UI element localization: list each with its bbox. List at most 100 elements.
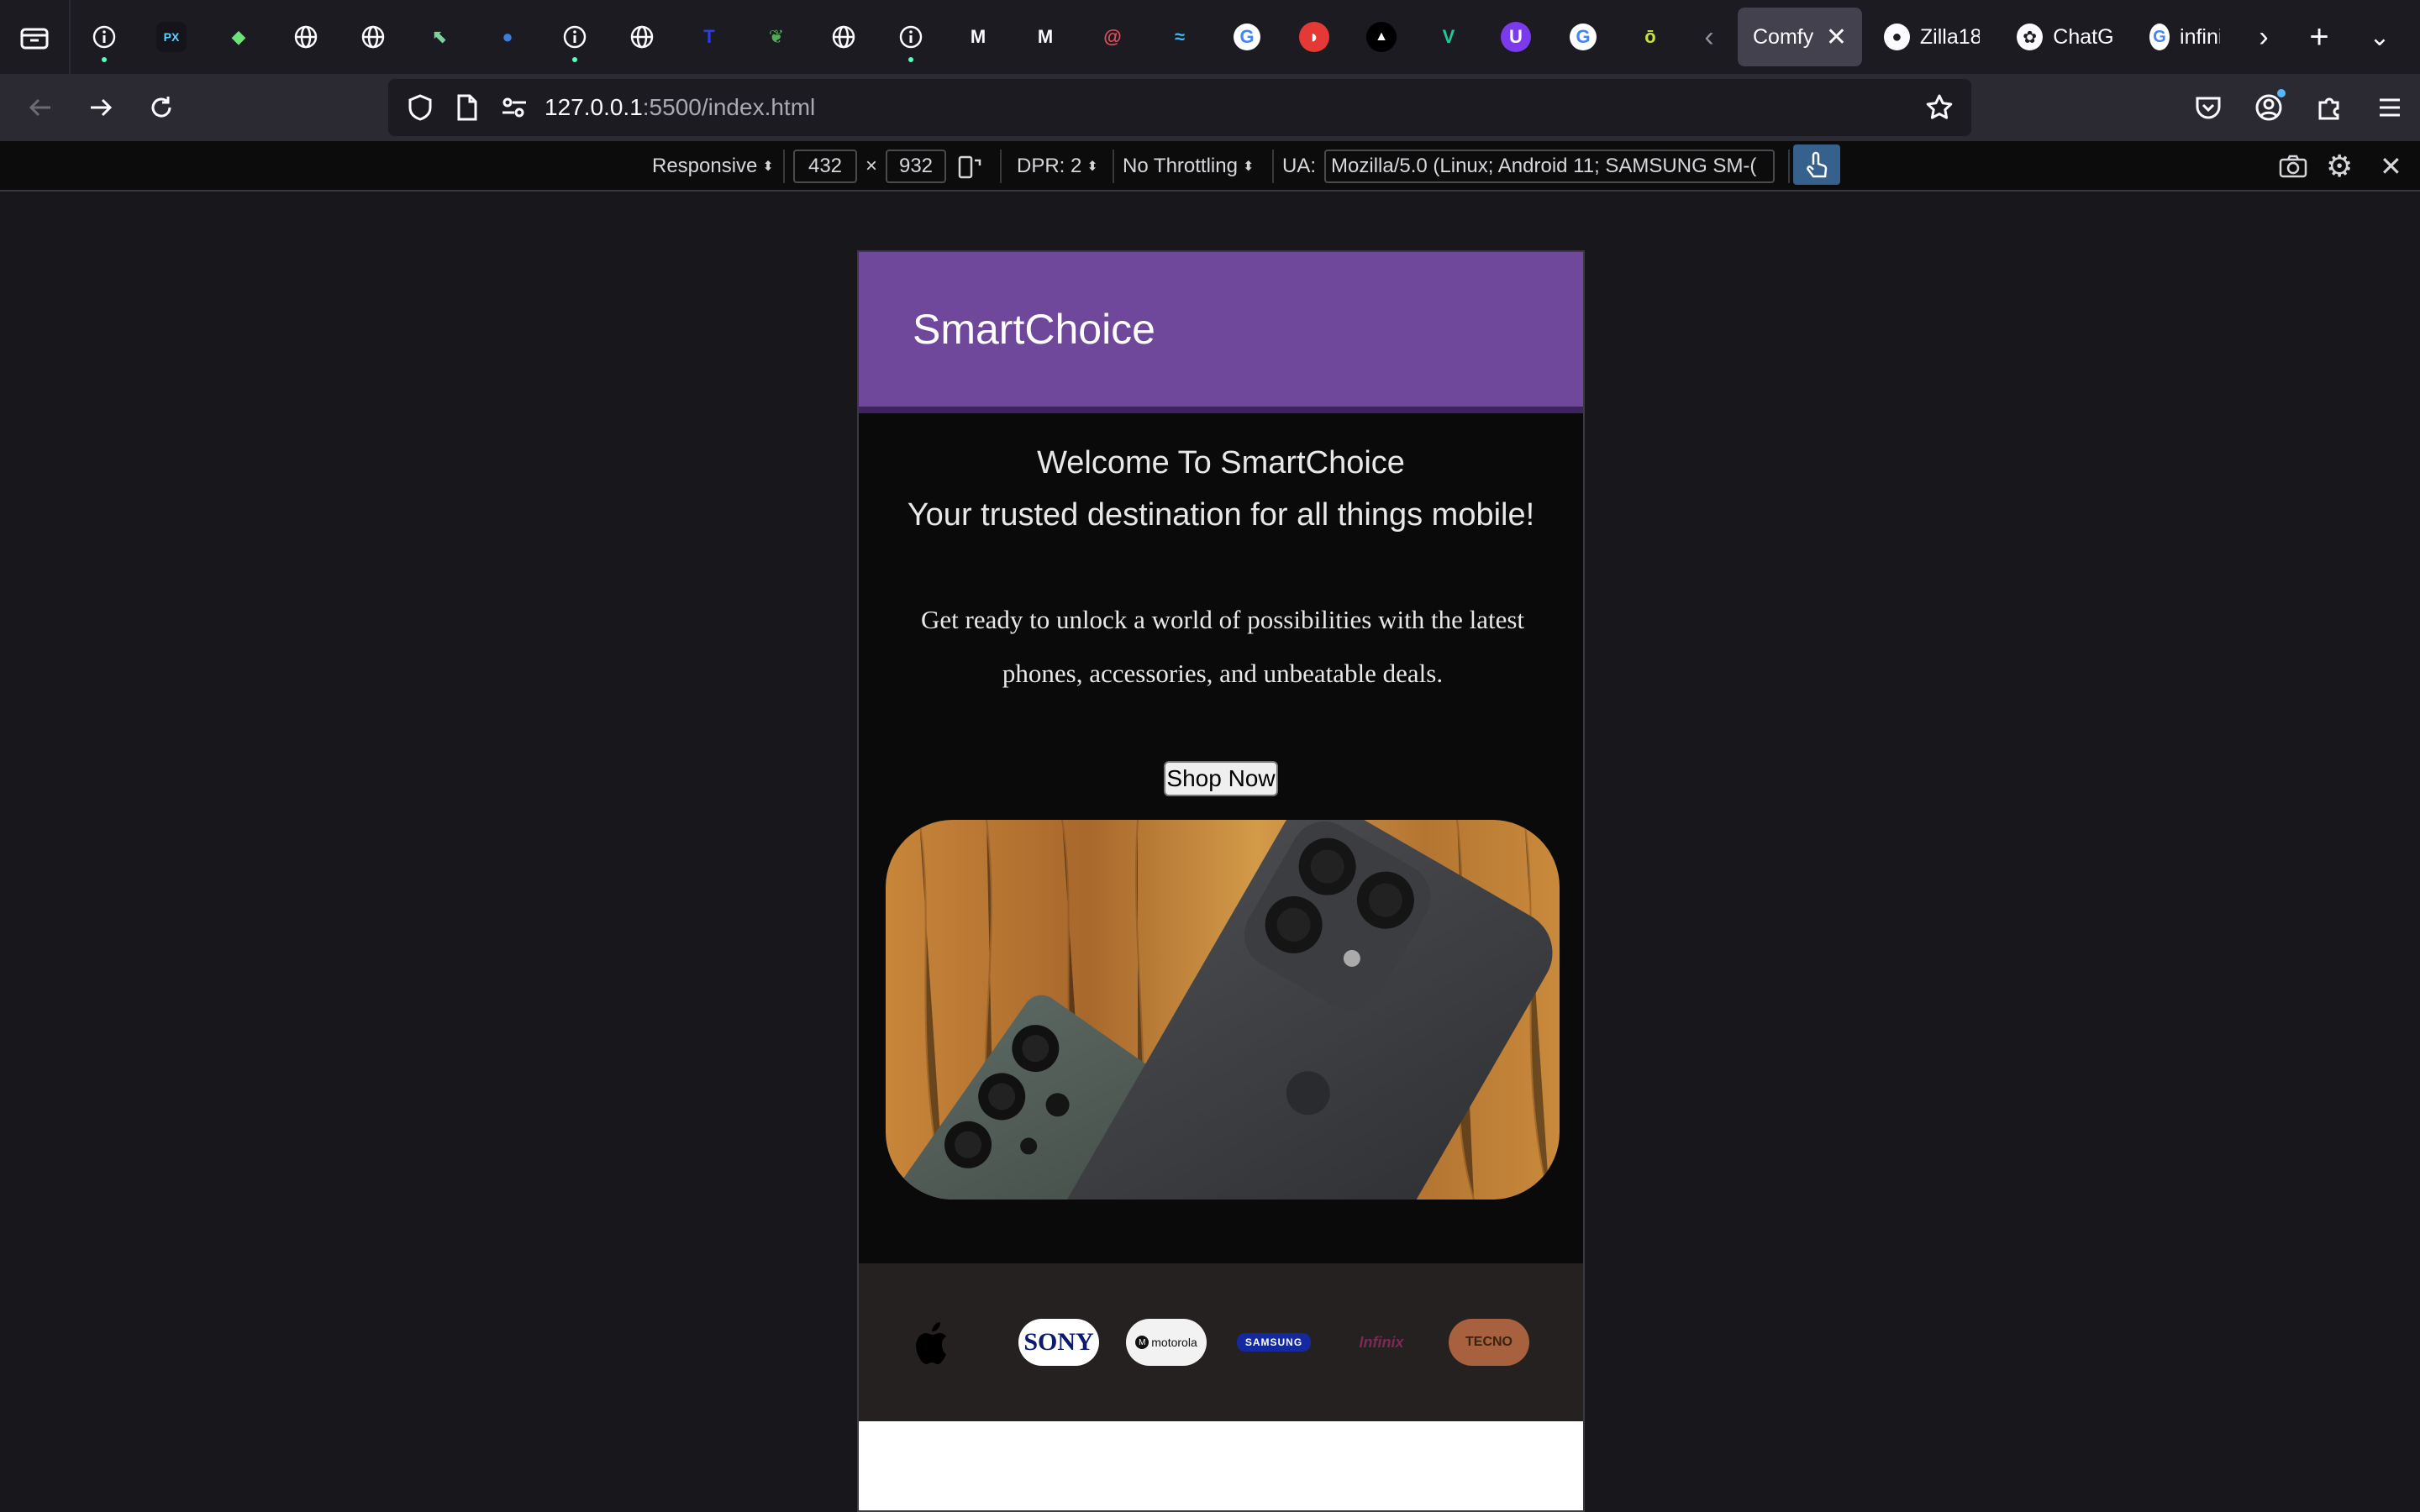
pinned-tab[interactable]: @ (1079, 0, 1146, 74)
tab-activity-dot (102, 57, 107, 62)
brand-logo-motorola[interactable]: Mmotorola (1126, 1319, 1207, 1366)
m-letter-icon: M (970, 26, 986, 47)
tab-title: infinix (2180, 24, 2220, 49)
pinned-tab[interactable]: ō (1617, 0, 1684, 74)
extensions-button[interactable] (2299, 77, 2360, 138)
browser-tab[interactable]: ● Zilla18 (1869, 8, 1995, 66)
size-separator: × (865, 155, 878, 177)
bookmark-button[interactable] (1916, 84, 1963, 131)
sliders-icon (502, 97, 526, 118)
m-letter-icon: M (1037, 26, 1054, 47)
star-icon (1926, 94, 1953, 119)
pinned-tab[interactable]: ❦ (743, 0, 810, 74)
brand-logo-infinix[interactable]: Infinix (1341, 1319, 1422, 1366)
brand-logo-iphone[interactable]: iPhone (911, 1319, 992, 1366)
url-bar[interactable]: 127.0.0.1:5500/index.html (388, 79, 1971, 136)
github-icon: ● (1884, 24, 1910, 50)
app-menu-button[interactable] (2360, 77, 2420, 138)
shop-now-button[interactable]: Shop Now (1164, 761, 1278, 796)
divider (783, 150, 785, 183)
shield-icon (408, 94, 432, 121)
tabs-scroll-right-button[interactable]: › (2238, 0, 2289, 74)
pinned-tab[interactable]: ⬉ (407, 0, 474, 74)
v-letter-icon: V (1442, 26, 1455, 47)
brand-logo-tecno[interactable]: TECNO (1449, 1319, 1529, 1366)
arrow-left-icon (29, 98, 50, 117)
pocket-icon (2196, 97, 2221, 119)
close-icon: ✕ (2380, 151, 2402, 181)
list-all-tabs-button[interactable] (0, 0, 71, 74)
tab-title: Zilla18 (1919, 24, 1980, 49)
pinned-tab[interactable]: PX (138, 0, 205, 74)
dpr-selector[interactable]: DPR: 2 ⬍ (1017, 148, 1098, 185)
o-letter-icon: ō (1644, 26, 1656, 47)
pinned-tab[interactable]: ● (474, 0, 541, 74)
tab-activity-dot (572, 57, 577, 62)
globe-icon (358, 22, 388, 52)
browser-tab[interactable]: Comfy (✕ (1738, 8, 1862, 66)
leaf-icon: ❦ (768, 26, 785, 47)
tracking-protection-button[interactable] (397, 84, 444, 131)
notification-dot (2277, 89, 2286, 97)
pinned-tab[interactable]: ◆ (205, 0, 272, 74)
touch-simulation-button[interactable] (1793, 144, 1840, 185)
navigation-toolbar: 127.0.0.1:5500/index.html (0, 74, 2420, 141)
url-host: 127.0.0.1 (544, 94, 643, 120)
pinned-tab[interactable] (339, 0, 407, 74)
pinned-tab[interactable]: ◗ (1281, 0, 1348, 74)
throttling-label: No Throttling (1123, 155, 1238, 177)
u-shield-icon: U (1501, 22, 1531, 52)
pinned-tab[interactable] (810, 0, 877, 74)
throttling-selector[interactable]: No Throttling ⬍ (1123, 148, 1254, 185)
rotate-viewport-button[interactable] (956, 148, 983, 185)
pinned-tab[interactable]: M (1012, 0, 1079, 74)
list-tabs-dropdown-button[interactable]: ⌄ (2349, 0, 2410, 74)
account-button[interactable] (2238, 77, 2299, 138)
pinned-tab[interactable]: G (1213, 0, 1281, 74)
pinned-tab[interactable]: G (1549, 0, 1617, 74)
rdm-settings-button[interactable]: ⚙ (2326, 148, 2353, 185)
pinned-tab[interactable]: M (944, 0, 1012, 74)
tabs-scroll-left-button[interactable]: ‹ (1684, 0, 1734, 74)
pocket-button[interactable] (2178, 77, 2238, 138)
close-rdm-button[interactable]: ✕ (2380, 148, 2402, 185)
pinned-tab[interactable] (608, 0, 676, 74)
google-icon: G (1234, 24, 1260, 50)
pinned-tab[interactable]: T (676, 0, 743, 74)
account-icon (2255, 94, 2282, 121)
reload-button[interactable] (131, 77, 192, 138)
brand-logo-sony[interactable]: SONY (1018, 1319, 1099, 1366)
back-button[interactable] (10, 77, 71, 138)
site-logo-text[interactable]: SmartChoice (913, 305, 1155, 354)
divider (1272, 150, 1274, 183)
pinned-tab[interactable] (877, 0, 944, 74)
viewport-width-input[interactable]: 432 (793, 150, 857, 183)
frog-icon: ◆ (231, 26, 246, 47)
user-agent-label: UA: (1282, 155, 1317, 177)
tabs-menu-icon (20, 28, 49, 50)
pinned-tab[interactable] (71, 0, 138, 74)
hamburger-icon (2380, 98, 2400, 117)
forward-button[interactable] (71, 77, 131, 138)
close-tab-icon[interactable]: ✕ (1826, 23, 1847, 52)
user-agent-input[interactable]: Mozilla/5.0 (Linux; Android 11; SAMSUNG … (1324, 150, 1776, 183)
page-info-button[interactable] (444, 84, 491, 131)
permissions-button[interactable] (491, 84, 538, 131)
screenshot-button[interactable] (2279, 148, 2307, 185)
viewport-height-input[interactable]: 932 (886, 150, 947, 183)
new-tab-button[interactable]: + (2289, 0, 2349, 74)
t-letter-icon: T (703, 26, 715, 47)
pinned-tab[interactable]: ≈ (1146, 0, 1213, 74)
url-text[interactable]: 127.0.0.1:5500/index.html (544, 94, 815, 121)
pinned-tab[interactable]: U (1482, 0, 1549, 74)
browser-tab[interactable]: ✿ ChatG (2002, 8, 2128, 66)
device-selector[interactable]: Responsive ⬍ (652, 148, 774, 185)
pinned-tab[interactable]: ▲ (1348, 0, 1415, 74)
browser-tab[interactable]: Ginfinix (2134, 8, 2235, 66)
brand-logo-samsung[interactable]: SAMSUNG (1234, 1319, 1314, 1366)
pinned-tab[interactable] (272, 0, 339, 74)
info-icon (896, 22, 926, 52)
pinned-tab[interactable]: V (1415, 0, 1482, 74)
pinned-tab[interactable] (541, 0, 608, 74)
url-path: :5500/index.html (642, 94, 816, 120)
